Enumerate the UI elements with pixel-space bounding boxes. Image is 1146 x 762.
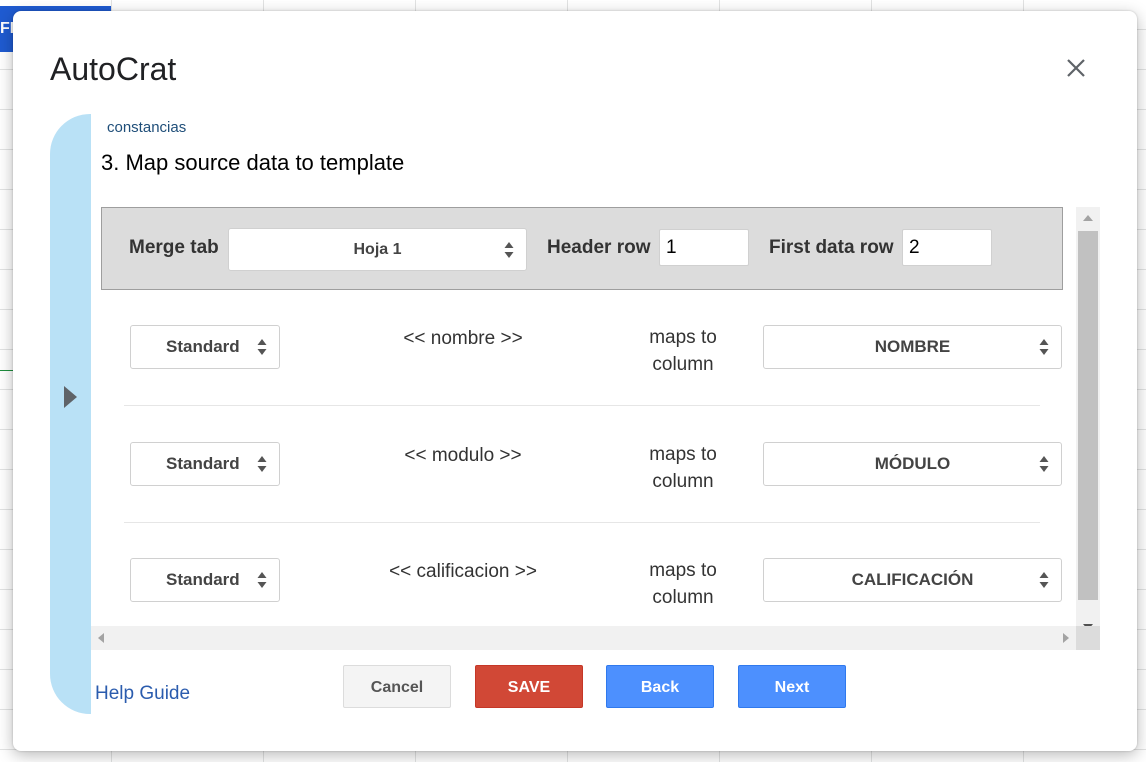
maps-to-line2: column — [652, 587, 714, 608]
template-tag: << nombre >> — [403, 328, 523, 349]
column-select[interactable]: CALIFICACIÓN — [763, 558, 1062, 602]
close-button[interactable] — [1063, 55, 1089, 81]
first-data-row-label: First data row — [769, 237, 894, 258]
row-divider — [124, 522, 1040, 523]
side-navigation-tab[interactable] — [50, 114, 91, 714]
column-value: MÓDULO — [874, 454, 951, 473]
maps-to-line2: column — [652, 354, 714, 375]
up-down-arrows-icon — [257, 456, 267, 472]
autocrat-dialog: AutoCrat constancias 3. Map source data … — [13, 11, 1137, 751]
maps-to-label: maps to column — [628, 441, 738, 495]
scrollbar-corner — [1076, 626, 1100, 650]
up-down-arrows-icon — [257, 339, 267, 355]
maps-to-label: maps to column — [628, 557, 738, 611]
type-select[interactable]: Standard — [130, 325, 280, 369]
back-button[interactable]: Back — [606, 665, 714, 708]
column-select[interactable]: MÓDULO — [763, 442, 1062, 486]
merge-tab-label: Merge tab — [129, 237, 219, 258]
header-row-label: Header row — [547, 237, 651, 258]
template-tag: << modulo >> — [404, 445, 522, 466]
vertical-scrollbar[interactable] — [1076, 207, 1100, 638]
merge-tab-value: Hoja 1 — [353, 241, 402, 258]
maps-to-line1: maps to — [649, 444, 717, 465]
column-select[interactable]: NOMBRE — [763, 325, 1062, 369]
dialog-title: AutoCrat — [50, 51, 177, 87]
mapping-scroll-area: Merge tab Hoja 1 Header row First data r… — [91, 195, 1100, 650]
type-select[interactable]: Standard — [130, 558, 280, 602]
maps-to-line1: maps to — [649, 560, 717, 581]
up-down-arrows-icon — [504, 241, 514, 258]
horizontal-scrollbar[interactable] — [91, 626, 1100, 650]
maps-to-line2: column — [652, 471, 714, 492]
scroll-up-icon[interactable] — [1083, 215, 1093, 221]
scrollbar-thumb[interactable] — [1078, 231, 1098, 600]
merge-settings-panel: Merge tab Hoja 1 Header row First data r… — [101, 207, 1063, 290]
up-down-arrows-icon — [1039, 456, 1049, 472]
save-button[interactable]: SAVE — [475, 665, 583, 708]
sheet-selection-line — [0, 370, 14, 371]
next-button[interactable]: Next — [738, 665, 846, 708]
mapping-row: Standard << modulo >> maps to column MÓD… — [91, 418, 1071, 534]
maps-to-line1: maps to — [649, 327, 717, 348]
first-data-row-input[interactable] — [902, 229, 992, 266]
merge-tab-select[interactable]: Hoja 1 — [228, 228, 527, 271]
help-guide-link[interactable]: Help Guide — [95, 683, 190, 705]
column-value: CALIFICACIÓN — [851, 570, 974, 589]
triangle-right-icon[interactable] — [64, 386, 77, 408]
mapping-row: Standard << nombre >> maps to column NOM… — [91, 301, 1071, 417]
maps-to-label: maps to column — [628, 324, 738, 378]
cancel-button[interactable]: Cancel — [343, 665, 451, 708]
type-select[interactable]: Standard — [130, 442, 280, 486]
up-down-arrows-icon — [1039, 339, 1049, 355]
up-down-arrows-icon — [1039, 572, 1049, 588]
project-name: constancias — [107, 119, 187, 136]
up-down-arrows-icon — [257, 572, 267, 588]
column-value: NOMBRE — [874, 337, 951, 356]
scroll-right-icon[interactable] — [1063, 633, 1069, 643]
row-divider — [124, 405, 1040, 406]
template-tag: << calificacion >> — [389, 561, 537, 582]
header-row-input[interactable] — [659, 229, 749, 266]
scroll-left-icon[interactable] — [98, 633, 104, 643]
step-title: 3. Map source data to template — [101, 150, 405, 175]
close-icon — [1067, 59, 1085, 77]
